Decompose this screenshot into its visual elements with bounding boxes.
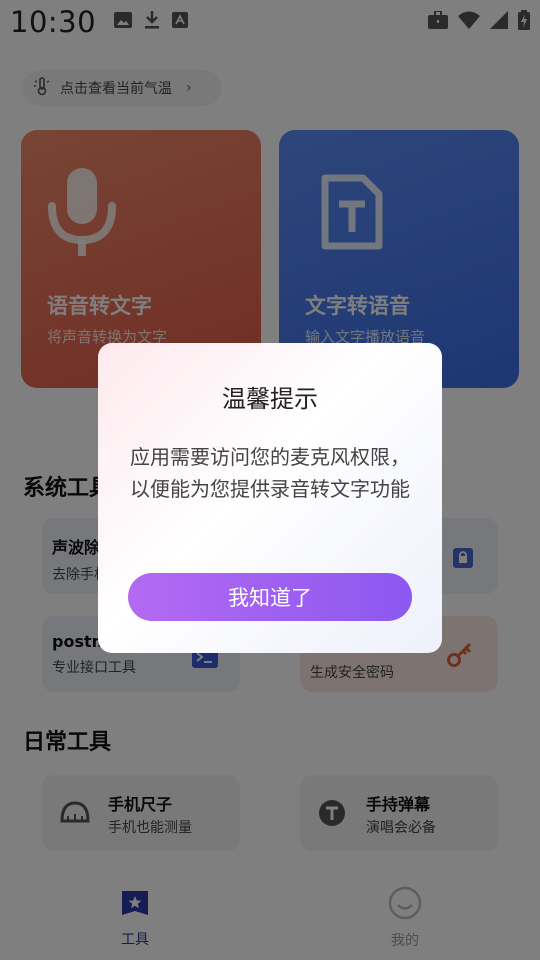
dialog-title: 温馨提示 (222, 385, 318, 413)
dialog-message: 应用需要访问您的麦克风权限，以便能为您提供录音转文字功能 (130, 445, 410, 501)
acknowledge-button[interactable]: 我知道了 (128, 573, 412, 621)
permission-dialog: 温馨提示 应用需要访问您的麦克风权限，以便能为您提供录音转文字功能 我知道了 (98, 343, 442, 653)
